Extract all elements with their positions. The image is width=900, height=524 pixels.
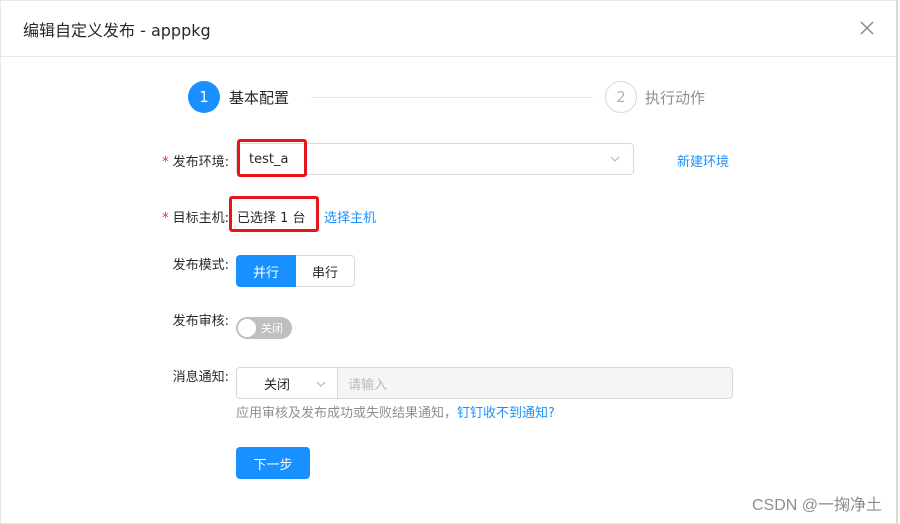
highlight-box-host <box>229 196 319 232</box>
edit-release-modal: 编辑自定义发布 - apppkg 1 基本配置 2 执行动作 * 发布环境: te… <box>0 0 898 524</box>
notify-help: 应用审核及发布成功或失败结果通知，钉钉收不到通知? <box>236 402 555 421</box>
env-label: * 发布环境: <box>162 155 229 170</box>
close-icon[interactable] <box>858 19 876 37</box>
host-label: * 目标主机: <box>162 211 229 226</box>
notify-input-placeholder: 请输入 <box>348 377 388 393</box>
step-number: 2 <box>605 81 637 113</box>
step-label: 基本配置 <box>229 88 290 107</box>
next-step-button[interactable]: 下一步 <box>236 447 310 479</box>
modal-header: 编辑自定义发布 - apppkg <box>1 1 896 57</box>
select-host-link[interactable]: 选择主机 <box>324 207 376 226</box>
mode-button-group: 并行 串行 <box>236 255 355 287</box>
watermark: CSDN @一掬净土 <box>751 497 882 514</box>
notify-select[interactable]: 关闭 <box>236 367 338 399</box>
modal-title: 编辑自定义发布 - apppkg <box>23 20 211 40</box>
chevron-down-icon <box>609 153 621 169</box>
notify-input[interactable]: 请输入 <box>338 367 733 399</box>
step-label: 执行动作 <box>645 88 706 107</box>
step-execute-action: 2 执行动作 <box>605 81 705 113</box>
step-basic-config: 1 基本配置 <box>188 81 289 113</box>
mode-parallel-button[interactable]: 并行 <box>236 255 296 287</box>
notify-group: 关闭 请输入 <box>236 367 733 399</box>
mode-label: 发布模式: <box>172 257 229 273</box>
new-env-link[interactable]: 新建环境 <box>677 151 729 170</box>
notify-help-text: 应用审核及发布成功或失败结果通知， <box>236 406 458 421</box>
steps: 1 基本配置 2 执行动作 <box>188 81 728 115</box>
review-switch[interactable]: 关闭 <box>236 317 292 339</box>
step-connector <box>311 97 593 98</box>
switch-text: 关闭 <box>261 322 283 335</box>
mode-serial-button[interactable]: 串行 <box>296 255 355 287</box>
review-label: 发布审核: <box>172 313 229 329</box>
switch-knob <box>238 319 256 337</box>
notify-select-value: 关闭 <box>264 377 291 393</box>
dingtalk-help-link[interactable]: 钉钉收不到通知? <box>457 406 555 421</box>
highlight-box-env <box>237 139 307 177</box>
notify-label: 消息通知: <box>172 369 229 385</box>
chevron-down-icon <box>315 378 327 394</box>
step-number: 1 <box>188 81 220 113</box>
